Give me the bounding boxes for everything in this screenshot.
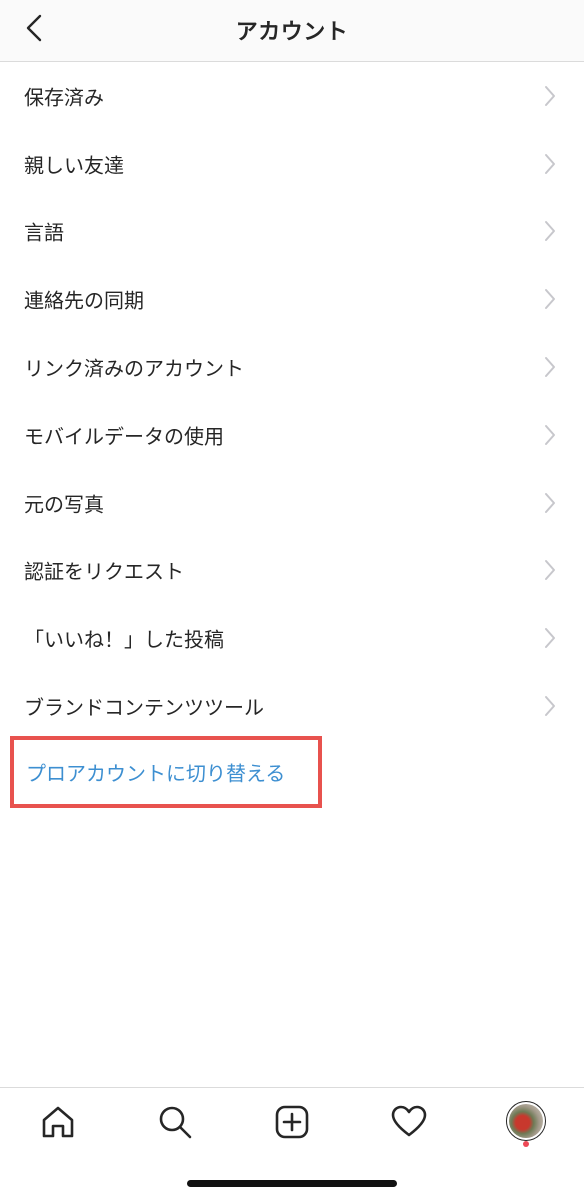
chevron-right-icon — [545, 628, 555, 649]
chevron-right-icon — [545, 221, 555, 242]
menu-item-liked-posts[interactable]: 「いいね！」した投稿 — [0, 604, 584, 672]
home-icon — [42, 1106, 74, 1138]
menu-item-label: 元の写真 — [24, 492, 104, 517]
menu-item-close-friends[interactable]: 親しい友達 — [0, 130, 584, 198]
account-settings-list: 保存済み 親しい友達 言語 連絡先の同期 リンク済みのアカウント モバイルデータ… — [0, 62, 584, 740]
menu-item-label: 連絡先の同期 — [24, 288, 144, 313]
chevron-right-icon — [545, 357, 555, 378]
chevron-right-icon — [545, 424, 555, 445]
chevron-right-icon — [545, 289, 555, 310]
profile-avatar — [509, 1104, 543, 1138]
tab-profile[interactable] — [506, 1101, 546, 1141]
add-post-icon — [275, 1105, 309, 1139]
tab-activity[interactable] — [389, 1102, 429, 1142]
menu-item-original-photos[interactable]: 元の写真 — [0, 469, 584, 537]
search-icon — [159, 1106, 192, 1139]
menu-item-label: ブランドコンテンツツール — [24, 695, 264, 720]
menu-item-mobile-data[interactable]: モバイルデータの使用 — [0, 401, 584, 469]
home-indicator[interactable] — [187, 1180, 397, 1187]
menu-item-label: 「いいね！」した投稿 — [24, 627, 224, 652]
menu-item-label: モバイルデータの使用 — [24, 424, 224, 449]
chevron-right-icon — [545, 153, 555, 174]
switch-to-pro-account-label: プロアカウントに切り替える — [26, 761, 286, 786]
menu-item-language[interactable]: 言語 — [0, 198, 584, 266]
menu-item-contacts-sync[interactable]: 連絡先の同期 — [0, 265, 584, 333]
menu-item-label: リンク済みのアカウント — [24, 356, 244, 381]
profile-notification-dot — [523, 1141, 529, 1147]
tab-home[interactable] — [38, 1102, 78, 1142]
tab-search[interactable] — [155, 1102, 195, 1142]
switch-to-pro-account-link[interactable]: プロアカウントに切り替える — [10, 736, 322, 808]
menu-item-linked-accounts[interactable]: リンク済みのアカウント — [0, 333, 584, 401]
header-bar: アカウント — [0, 0, 584, 62]
menu-item-label: 親しい友達 — [24, 153, 124, 178]
chevron-right-icon — [545, 85, 555, 106]
activity-heart-icon — [391, 1105, 427, 1137]
menu-item-label: 保存済み — [24, 85, 104, 110]
chevron-right-icon — [545, 492, 555, 513]
menu-item-request-verification[interactable]: 認証をリクエスト — [0, 537, 584, 605]
chevron-right-icon — [545, 560, 555, 581]
chevron-right-icon — [545, 696, 555, 717]
menu-item-label: 言語 — [24, 220, 64, 245]
page-title: アカウント — [235, 20, 349, 45]
menu-item-label: 認証をリクエスト — [24, 559, 184, 584]
tab-new-post[interactable] — [272, 1102, 312, 1142]
menu-item-saved[interactable]: 保存済み — [0, 62, 584, 130]
menu-item-branded-content[interactable]: ブランドコンテンツツール — [0, 672, 584, 740]
